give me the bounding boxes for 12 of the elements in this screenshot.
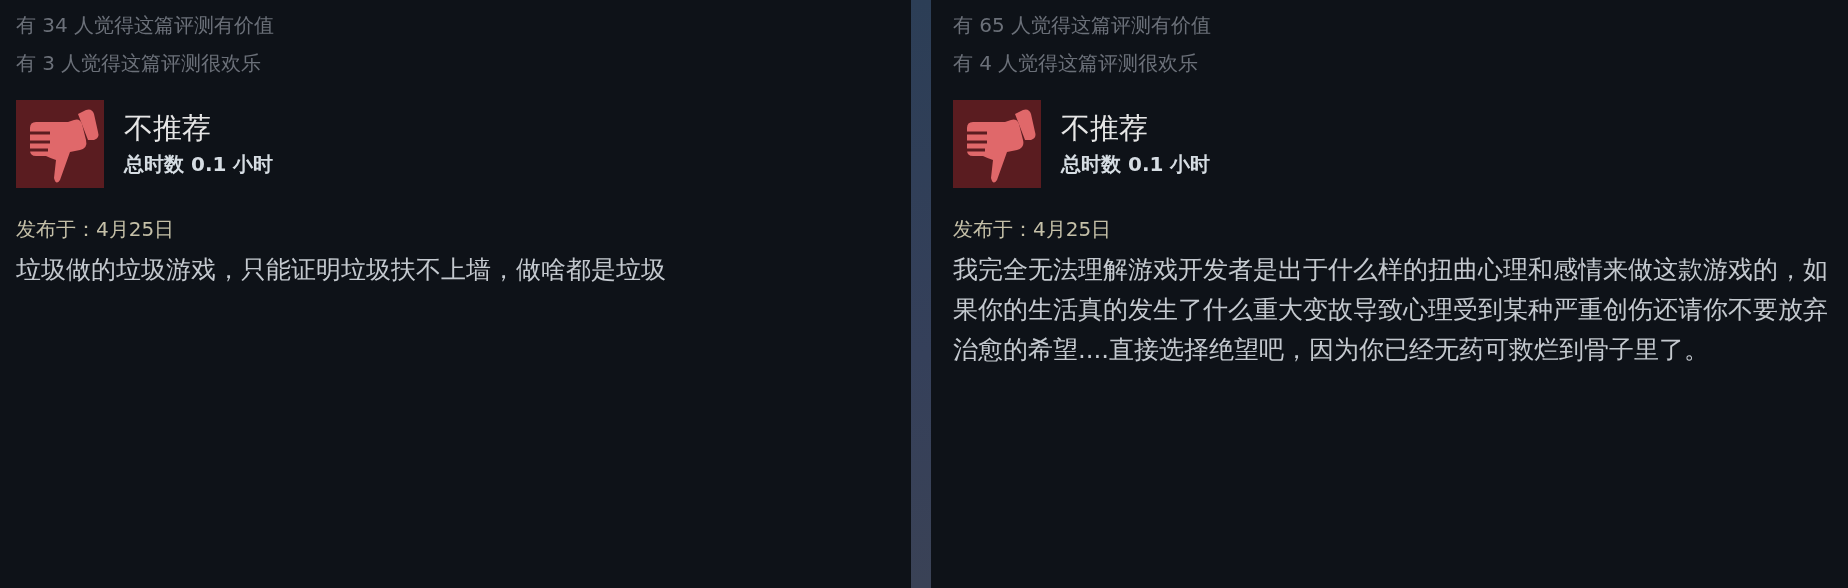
verdict-label: 不推荐 — [124, 110, 212, 147]
funny-count: 有 3 人觉得这篇评测很欢乐 — [16, 50, 263, 77]
funny-count: 有 4 人觉得这篇评测很欢乐 — [953, 50, 1200, 77]
review-text: 垃圾做的垃圾游戏，只能证明垃圾扶不上墙，做啥都是垃圾 — [16, 254, 667, 286]
playtime-label: 总时数 0.1 小时 — [1061, 151, 1211, 178]
helpful-count: 有 65 人觉得这篇评测有价值 — [953, 12, 1213, 39]
verdict-label: 不推荐 — [1061, 110, 1149, 147]
posted-date: 发布于：4月25日 — [16, 216, 176, 243]
helpful-count: 有 34 人觉得这篇评测有价值 — [16, 12, 276, 39]
review-text: 我完全无法理解游戏开发者是出于什么样的扭曲心理和感情来做这款游戏的，如果你的生活真的发生了什么重大变故导致心理受到某种严重创伤还请你不要放弃治愈的希望....直接选择绝望吧，因为你已经无药可救烂到骨子里了。 — [953, 254, 1829, 366]
playtime-label: 总时数 0.1 小时 — [124, 151, 274, 178]
posted-date: 发布于：4月25日 — [953, 216, 1113, 243]
